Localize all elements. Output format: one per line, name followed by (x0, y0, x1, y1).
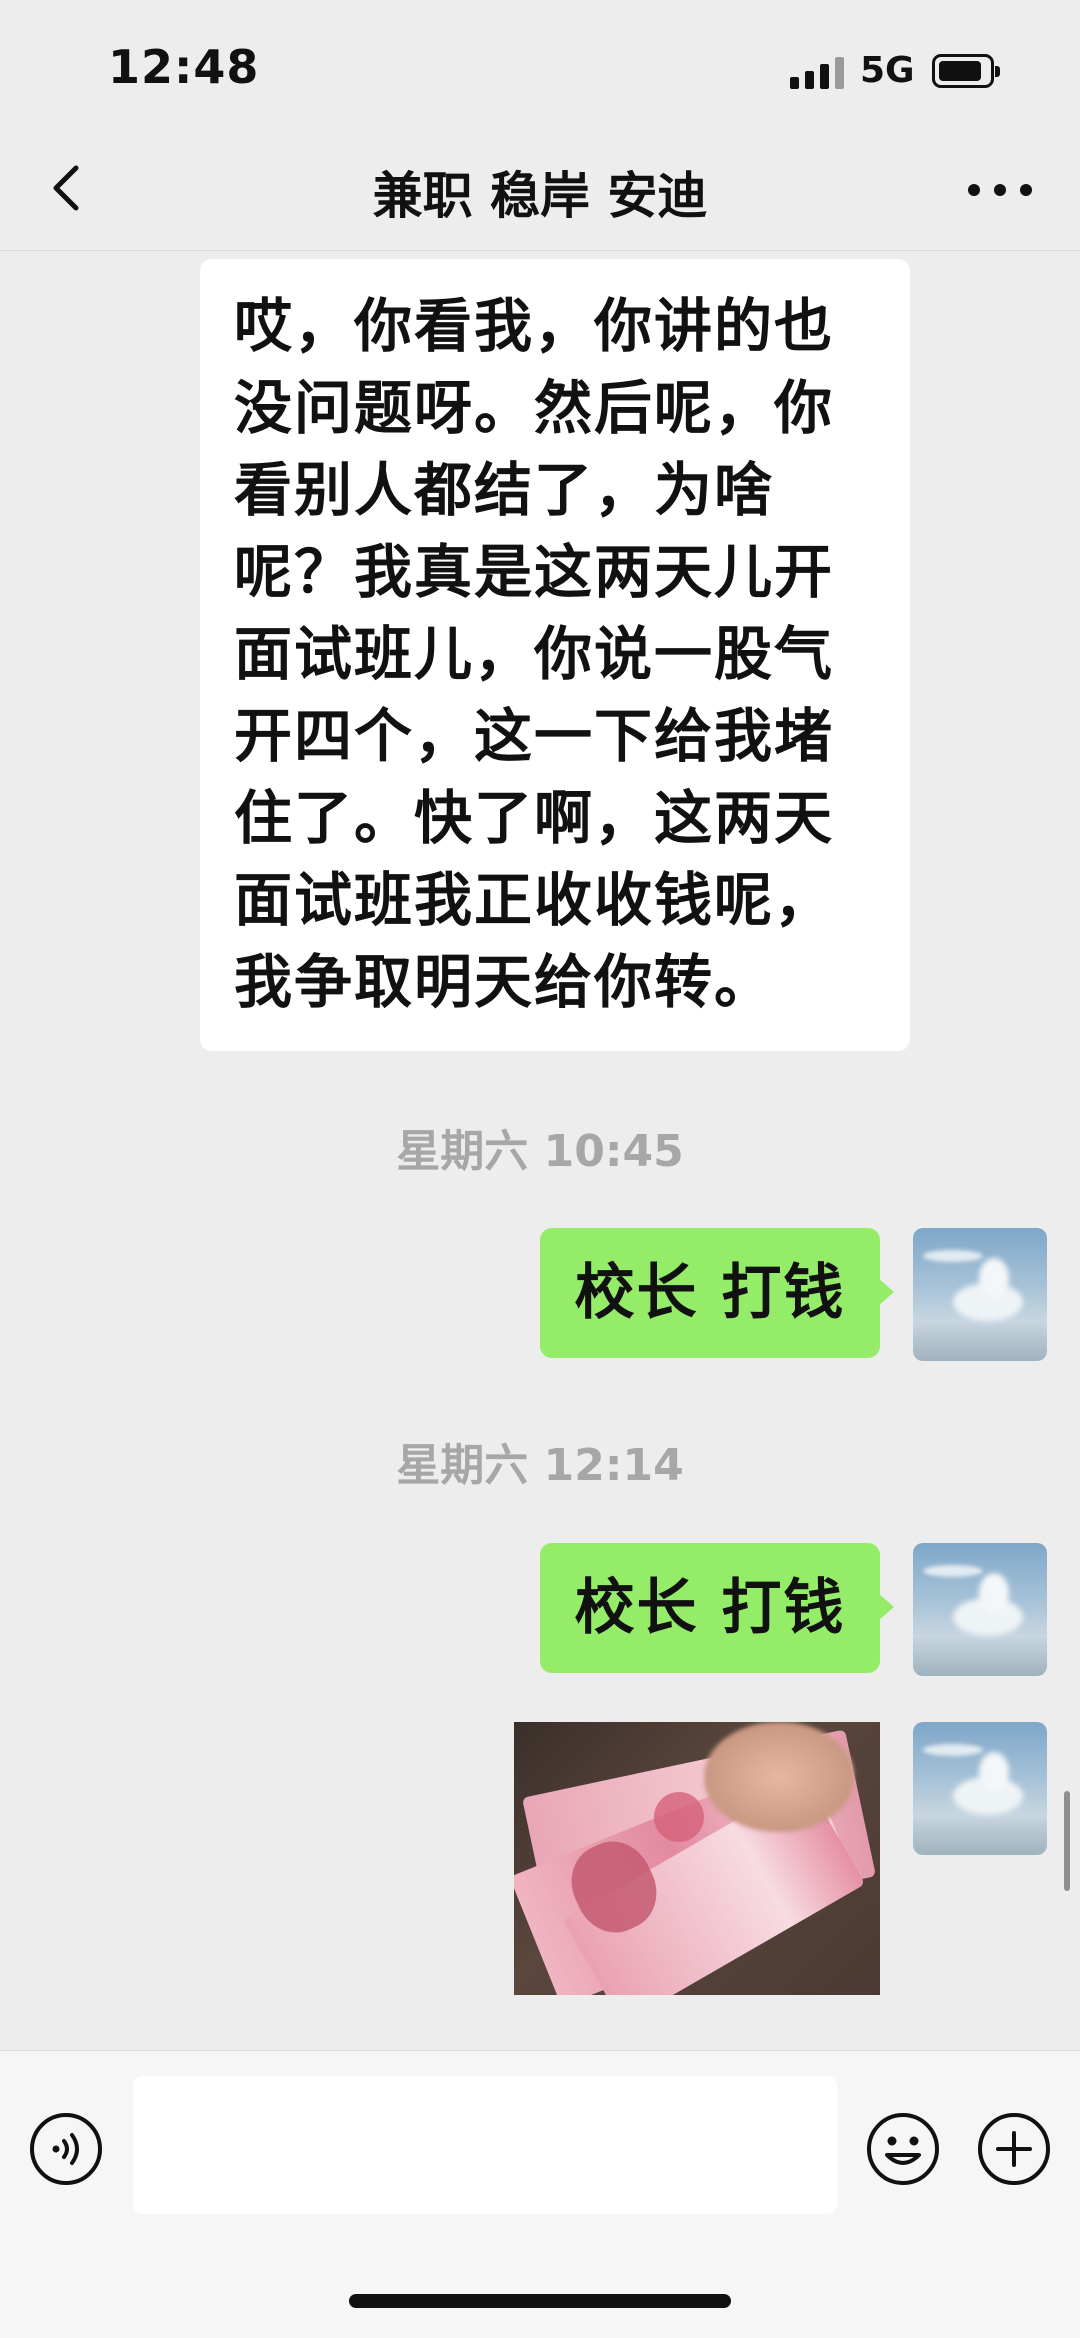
status-time: 12:48 (108, 40, 260, 94)
sent-message-bubble[interactable]: 校长 打钱 (540, 1543, 894, 1673)
input-bar (0, 2050, 1080, 2338)
message-input[interactable] (133, 2076, 837, 2214)
voice-icon[interactable] (28, 2111, 104, 2187)
received-message-bubble[interactable]: 哎，你看我，你讲的也没问题呀。然后呢，你看别人都结了，为啥呢？我真是这两天儿开面… (200, 259, 910, 1051)
my-avatar[interactable] (913, 1722, 1047, 1855)
banknotes-photo[interactable] (514, 1722, 880, 1995)
message-timestamp: 星期六 10:45 (396, 1126, 684, 1177)
status-bar: 12:48 5G (0, 0, 1080, 130)
sent-message-bubble[interactable]: 校长 打钱 (540, 1228, 894, 1358)
home-indicator[interactable] (349, 2294, 731, 2308)
battery-icon (932, 54, 1000, 88)
network-label: 5G (860, 50, 915, 91)
chat-title: 兼职 稳岸 安迪 (372, 167, 708, 225)
more-horizontal-icon[interactable] (960, 160, 1040, 220)
my-avatar[interactable] (913, 1543, 1047, 1676)
emoji-icon[interactable] (865, 2111, 941, 2187)
my-avatar[interactable] (913, 1228, 1047, 1361)
scrollbar-thumb[interactable] (1064, 1791, 1070, 1891)
plus-icon[interactable] (976, 2111, 1052, 2187)
chat-messages[interactable]: 哎，你看我，你讲的也没问题呀。然后呢，你看别人都结了，为啥呢？我真是这两天儿开面… (0, 251, 1080, 2050)
signal-bars-icon (790, 55, 846, 89)
nav-bar: 兼职 稳岸 安迪 (0, 130, 1080, 251)
message-timestamp: 星期六 12:14 (396, 1440, 684, 1491)
